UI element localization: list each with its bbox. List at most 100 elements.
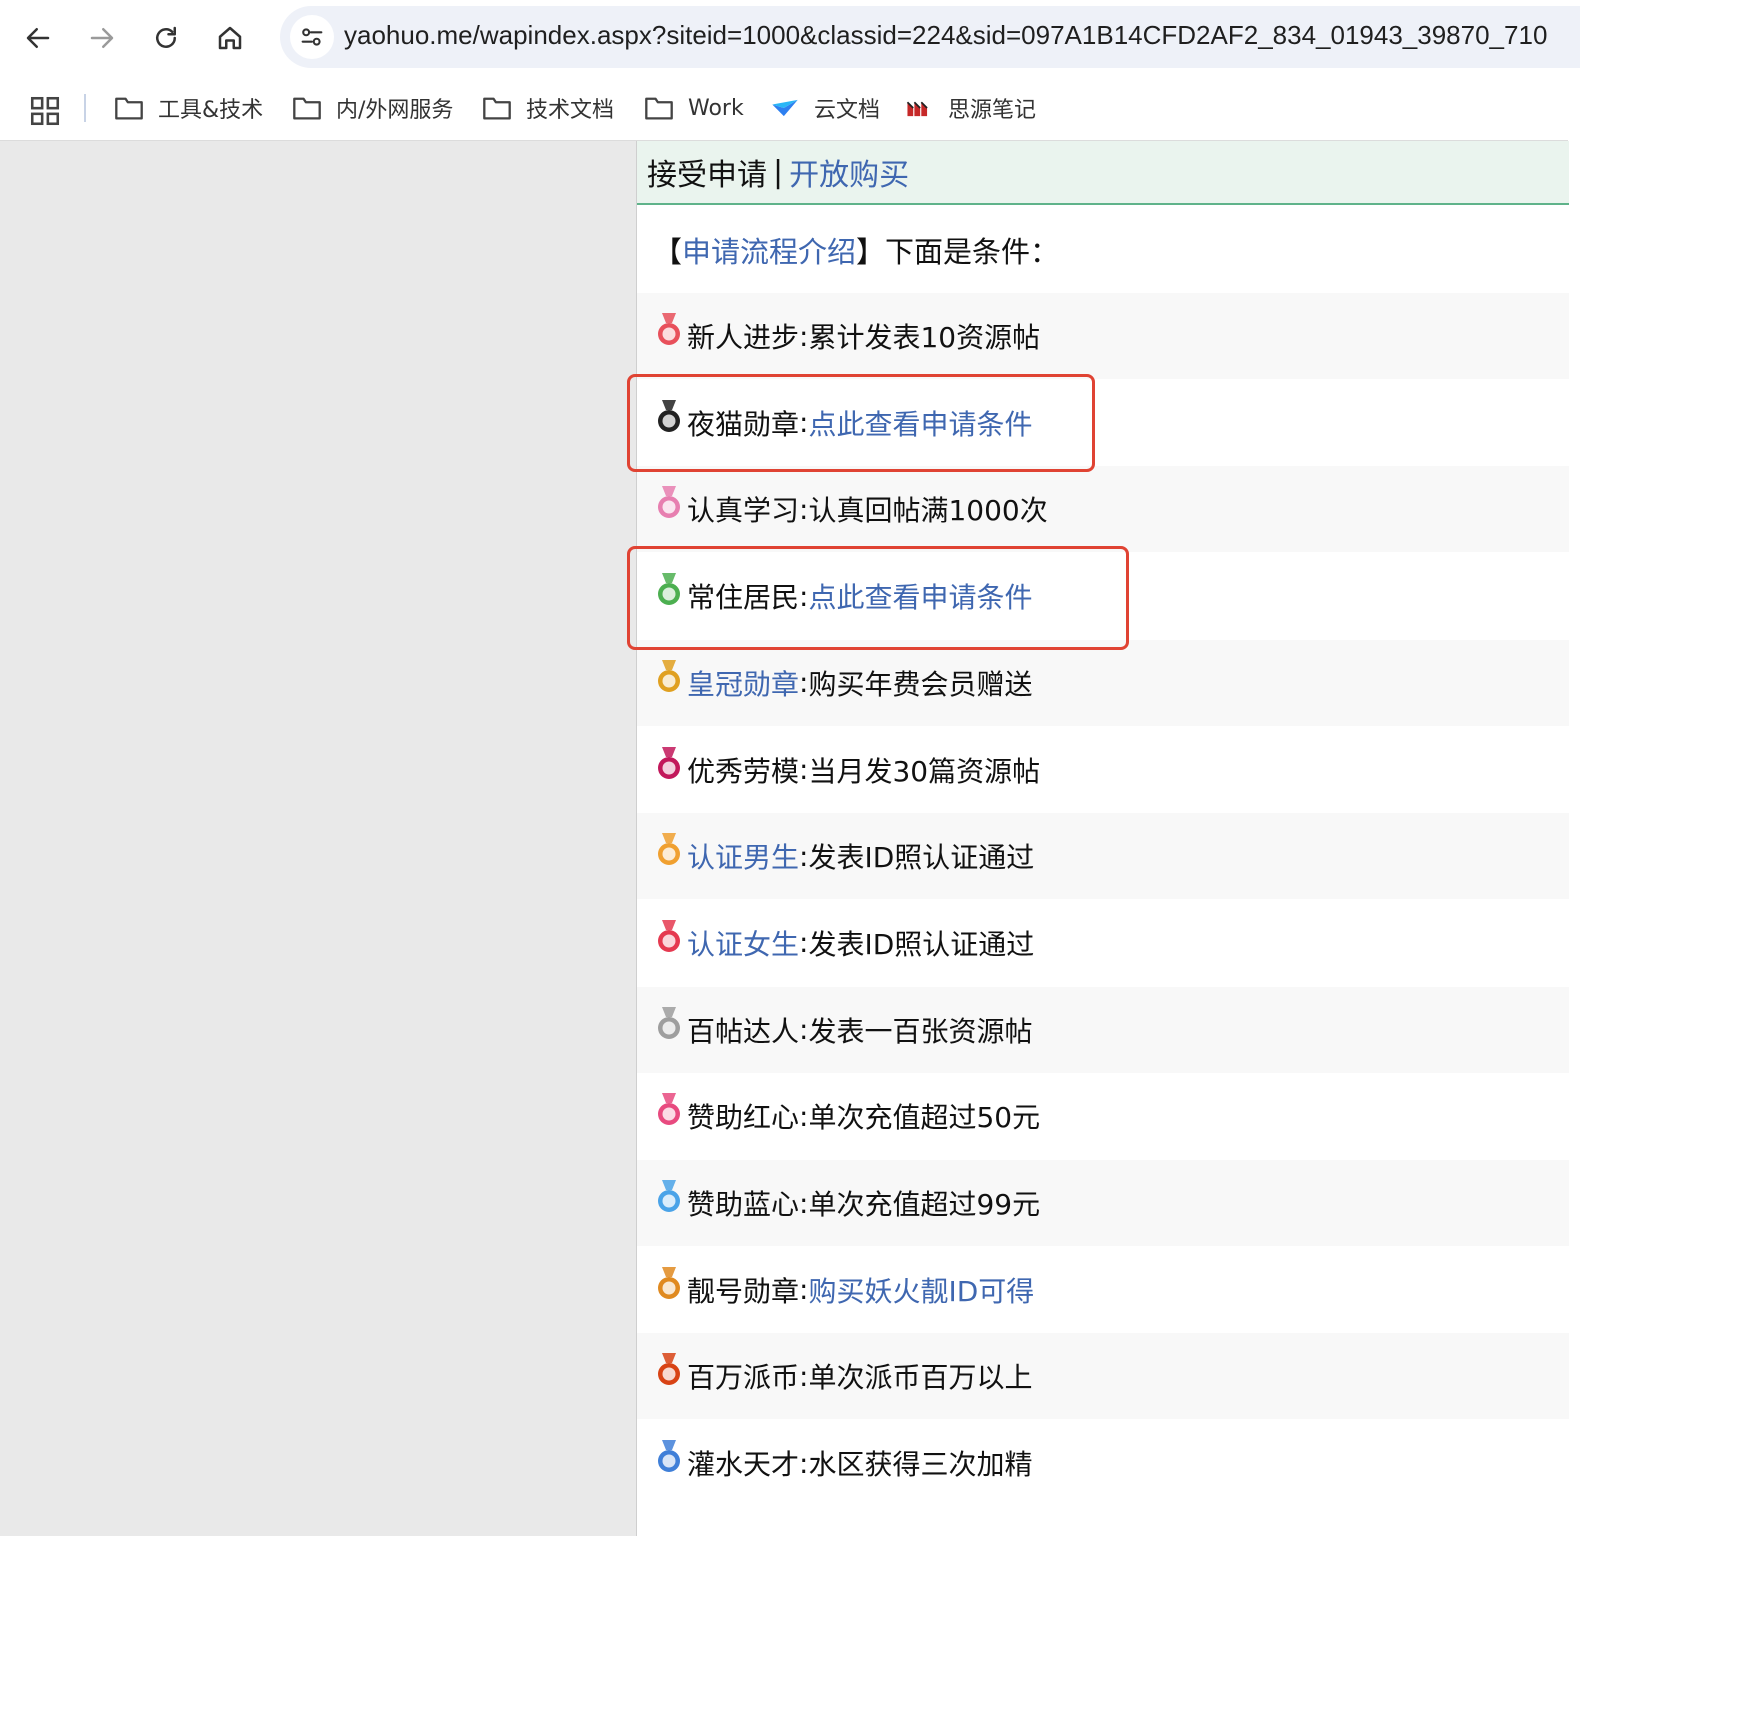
back-button[interactable] (14, 14, 62, 62)
url-text[interactable]: yaohuo.me/wapindex.aspx?siteid=1000&clas… (344, 20, 1547, 51)
medal-separator: : (799, 319, 809, 353)
arrow-right-icon (90, 28, 114, 48)
medal-row: 灌水天才: 水区获得三次加精 (637, 1420, 1569, 1506)
bookmark-label: 云文档 (814, 98, 881, 123)
reload-button[interactable] (142, 14, 190, 62)
medal-row: 赞助蓝心: 单次充值超过99元 (637, 1160, 1569, 1246)
medal-row: 优秀劳模: 当月发30篇资源帖 (637, 727, 1569, 813)
bookmark-work[interactable]: Work (644, 90, 744, 126)
forward-button[interactable] (78, 14, 126, 62)
medal-row: 常住居民: 点此查看申请条件 (637, 553, 1569, 639)
page-header: 接受申请 | 开放购买 (637, 141, 1569, 205)
medal-name[interactable]: 皇冠勋章 (687, 663, 799, 703)
address-bar[interactable]: yaohuo.me/wapindex.aspx?siteid=1000&clas… (280, 6, 1580, 68)
pretty-id-medal-icon (653, 1266, 685, 1302)
medal-condition-link[interactable]: 点此查看申请条件 (808, 576, 1032, 616)
application-process-link[interactable]: 申请流程介绍 (682, 235, 856, 269)
medal-separator: : (799, 1186, 809, 1220)
medal-row: 百万派币: 单次派币百万以上 (637, 1333, 1569, 1420)
medal-name: 灌水天才 (687, 1448, 800, 1482)
medal-name[interactable]: 认证男生 (687, 836, 799, 876)
apps-grid-icon[interactable] (28, 94, 62, 128)
bracket-close: 】 (856, 235, 886, 269)
medal-name: 新人进步 (687, 321, 800, 354)
medal-condition: 单次充值超过50元 (808, 1101, 1041, 1135)
medal-name: 常住居民 (687, 581, 800, 615)
medal-row: 认证女生: 发表ID照认证通过 (637, 900, 1569, 986)
red-heart-medal-icon (653, 1092, 685, 1128)
folder-icon (483, 97, 511, 120)
study-medal-icon (653, 485, 685, 521)
medal-condition: 发表ID照认证通过 (808, 841, 1035, 875)
medal-separator: : (799, 492, 809, 526)
medal-name: 优秀劳模 (687, 754, 800, 788)
model-worker-medal-icon (653, 746, 685, 782)
bracket-open: 【 (653, 235, 683, 269)
bookmarks-bar: 工具&技术 内/外网服务 技术文档 Work 云文档 思源笔记 (0, 76, 1568, 141)
bookmark-network-services[interactable]: 内/外网服务 (292, 90, 453, 126)
water-genius-medal-icon (653, 1439, 685, 1475)
medal-condition: 当月发30篇资源帖 (808, 754, 1041, 788)
million-coin-medal-icon (653, 1352, 685, 1388)
medal-condition: 发表ID照认证通过 (808, 927, 1035, 961)
male-medal-icon (653, 832, 685, 868)
bookmark-tech-docs[interactable]: 技术文档 (482, 90, 614, 126)
medal-row: 新人进步: 累计发表10资源帖 (637, 293, 1569, 379)
bookmark-label: 内/外网服务 (336, 98, 454, 123)
medal-name[interactable]: 认证女生 (687, 923, 799, 963)
medal-separator: : (799, 926, 809, 960)
medal-condition-link[interactable]: 点此查看申请条件 (808, 403, 1032, 443)
cloud-doc-icon (772, 99, 798, 117)
medal-row: 夜猫勋章: 点此查看申请条件 (637, 380, 1569, 466)
bookmark-label: 思源笔记 (948, 98, 1037, 123)
crown-medal-icon (653, 659, 685, 695)
bookmarks-separator (84, 94, 86, 122)
medal-row: 赞助红心: 单次充值超过50元 (637, 1073, 1569, 1159)
medal-separator: : (799, 666, 809, 700)
medal-separator: : (799, 753, 809, 786)
medal-condition: 购买年费会员赠送 (808, 667, 1033, 701)
medal-row: 百帖达人: 发表一百张资源帖 (637, 986, 1569, 1073)
folder-icon (645, 97, 673, 120)
medal-separator: : (799, 839, 809, 873)
open-purchase-link[interactable]: 开放购买 (789, 150, 909, 194)
medal-separator: : (799, 579, 809, 613)
female-medal-icon (653, 919, 685, 955)
siyuan-icon (906, 101, 928, 117)
hundred-posts-medal-icon (653, 1006, 685, 1042)
arrow-left-icon (26, 28, 50, 48)
medal-separator: : (799, 406, 809, 440)
bookmark-tools-tech[interactable]: 工具&技术 (114, 90, 263, 126)
medal-separator: : (799, 1099, 809, 1133)
medal-separator: : (799, 1359, 809, 1393)
blue-heart-medal-icon (653, 1179, 685, 1215)
night-cat-medal-icon (653, 399, 685, 435)
folder-icon (293, 97, 321, 120)
medal-condition: 发表一百张资源帖 (808, 1014, 1033, 1048)
tune-icon (301, 28, 323, 46)
medal-name: 百万派币 (687, 1361, 800, 1395)
bookmark-cloud-docs[interactable]: 云文档 (770, 90, 880, 126)
bookmark-label: 工具&技术 (158, 98, 264, 123)
bookmark-siyuan-notes[interactable]: 思源笔记 (904, 90, 1036, 126)
medal-name: 赞助红心 (687, 1101, 800, 1135)
header-separator: | (773, 154, 784, 190)
site-info-button[interactable] (290, 15, 334, 59)
medal-separator: : (799, 1273, 809, 1307)
medal-name: 赞助蓝心 (687, 1188, 800, 1221)
medal-row: 靓号勋章: 购买妖火靓ID可得 (637, 1247, 1569, 1333)
medal-row: 认真学习: 认真回帖满1000次 (637, 466, 1569, 553)
medal-condition-link[interactable]: 购买妖火靓ID可得 (808, 1270, 1034, 1310)
medal-separator: : (799, 1446, 809, 1480)
home-icon (218, 26, 242, 50)
medal-condition: 累计发表10资源帖 (808, 321, 1041, 354)
folder-icon (115, 97, 143, 120)
medal-condition: 水区获得三次加精 (808, 1448, 1033, 1482)
page-left-margin (0, 141, 636, 1536)
browser-toolbar: yaohuo.me/wapindex.aspx?siteid=1000&clas… (0, 0, 1580, 76)
intro-text: 下面是条件： (885, 235, 1060, 269)
medal-row: 认证男生: 发表ID照认证通过 (637, 813, 1569, 900)
accept-application-label: 接受申请 (647, 158, 767, 193)
home-button[interactable] (206, 14, 254, 62)
medal-condition: 认真回帖满1000次 (808, 494, 1048, 528)
